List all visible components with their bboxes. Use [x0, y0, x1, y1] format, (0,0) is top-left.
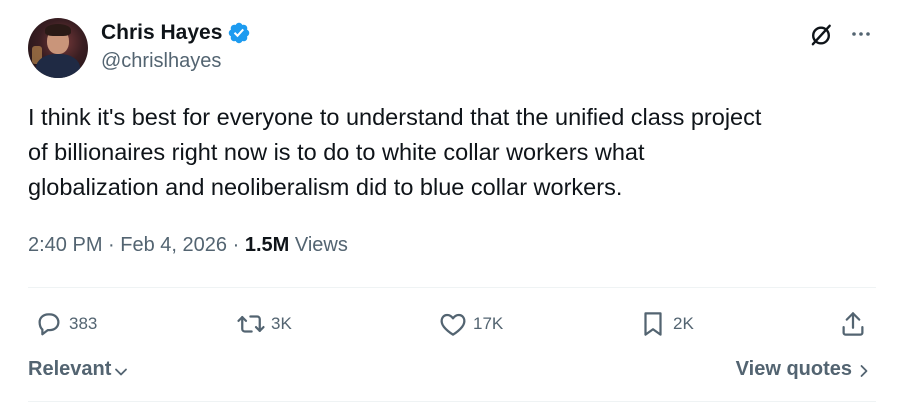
like-icon	[440, 313, 466, 336]
divider	[28, 401, 876, 402]
views-label: Views	[294, 234, 348, 256]
reply-count: 383	[69, 314, 98, 333]
meta-separator: ·	[108, 234, 115, 256]
author-name-row[interactable]: Chris Hayes	[101, 20, 251, 46]
verified-badge-icon	[229, 22, 250, 44]
tweet-text: I think it's best for everyone to unders…	[28, 100, 878, 205]
repost-button[interactable]: 3K	[236, 308, 292, 340]
bookmark-count: 2K	[673, 314, 694, 333]
like-count: 17K	[473, 314, 504, 333]
view-quotes-label: View quotes	[735, 358, 852, 380]
grok-icon[interactable]	[808, 22, 834, 48]
tweet-date[interactable]: Feb 4, 2026	[120, 234, 227, 256]
sort-replies-dropdown[interactable]: Relevant	[28, 358, 129, 381]
meta-separator: ·	[232, 234, 240, 256]
bookmark-icon	[644, 312, 662, 336]
repost-count: 3K	[271, 314, 292, 333]
share-icon	[842, 312, 864, 336]
more-icon[interactable]	[848, 22, 874, 46]
repost-icon	[237, 315, 265, 333]
tweet-text-line: of billionaires right now is to do to wh…	[28, 139, 645, 165]
divider	[28, 287, 876, 288]
tweet-meta: 2:40 PM · Feb 4, 2026 · 1.5M Views	[28, 234, 348, 257]
bookmark-button[interactable]: 2K	[638, 308, 694, 340]
tweet-text-line: I think it's best for everyone to unders…	[28, 104, 762, 130]
like-button[interactable]: 17K	[438, 308, 503, 340]
author-name[interactable]: Chris Hayes	[101, 21, 222, 45]
avatar[interactable]	[28, 18, 88, 78]
chevron-down-icon	[115, 368, 128, 375]
tweet-text-line: globalization and neoliberalism did to b…	[28, 174, 623, 200]
sort-label: Relevant	[28, 358, 112, 380]
views-count: 1.5M	[244, 234, 290, 256]
view-quotes-link[interactable]: View quotes	[736, 358, 872, 381]
reply-button[interactable]: 383	[34, 308, 97, 340]
reply-icon	[38, 313, 60, 336]
share-button[interactable]	[838, 308, 868, 340]
tweet-time[interactable]: 2:40 PM	[28, 234, 102, 256]
author-handle[interactable]: @chrislhayes	[101, 50, 221, 73]
chevron-right-icon	[860, 365, 868, 377]
